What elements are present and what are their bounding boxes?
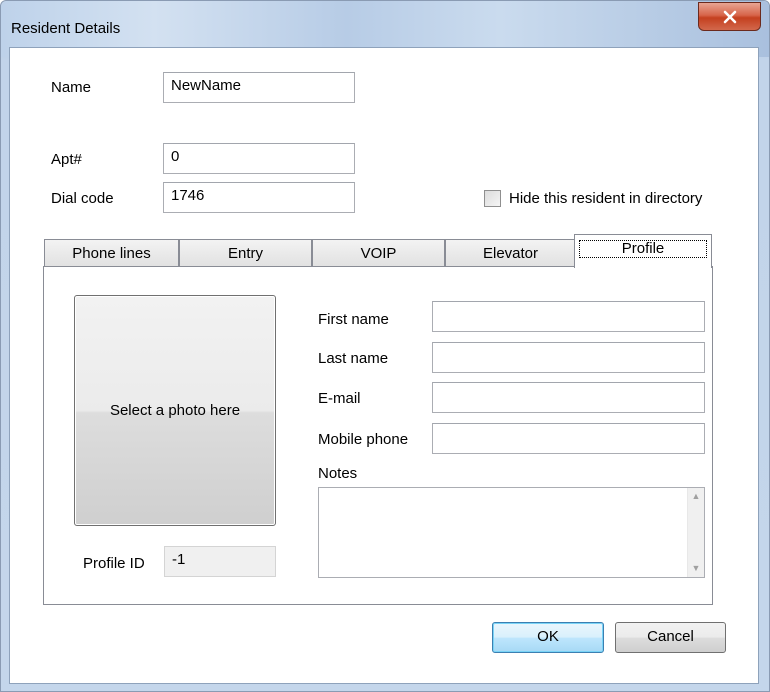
tab-phone-lines[interactable]: Phone lines	[44, 239, 179, 267]
notes-label: Notes	[318, 465, 358, 482]
name-label: Name	[51, 79, 92, 96]
email-label: E-mail	[318, 390, 361, 407]
last-name-label: Last name	[318, 350, 389, 367]
hide-resident-checkbox[interactable]	[484, 190, 501, 207]
hide-resident-label[interactable]: Hide this resident in directory	[509, 190, 702, 207]
scroll-up-arrow-icon[interactable]: ▲	[688, 488, 704, 505]
notes-scrollbar[interactable]: ▲ ▼	[687, 488, 704, 577]
first-name-label: First name	[318, 311, 389, 328]
tab-entry[interactable]: Entry	[179, 239, 312, 267]
dial-code-input[interactable]: 1746	[163, 182, 355, 213]
profile-id-label: Profile ID	[83, 555, 145, 572]
close-icon	[723, 10, 736, 23]
ok-button[interactable]: OK	[492, 622, 604, 653]
profile-id-field: -1	[164, 546, 276, 577]
apt-label: Apt#	[51, 151, 82, 168]
window-title: Resident Details	[11, 20, 121, 37]
cancel-button[interactable]: Cancel	[615, 622, 726, 653]
notes-textarea[interactable]: ▲ ▼	[318, 487, 705, 578]
name-input[interactable]: NewName	[163, 72, 355, 103]
mobile-phone-input[interactable]	[432, 423, 705, 454]
dialog-window: Resident Details Name NewName Apt# 0 Dia…	[0, 0, 770, 692]
photo-select-button[interactable]: Select a photo here	[74, 295, 276, 526]
dial-code-label: Dial code	[51, 190, 114, 207]
close-button[interactable]	[698, 2, 761, 31]
last-name-input[interactable]	[432, 342, 705, 373]
photo-select-label: Select a photo here	[109, 402, 241, 419]
apt-input[interactable]: 0	[163, 143, 355, 174]
first-name-input[interactable]	[432, 301, 705, 332]
mobile-phone-label: Mobile phone	[318, 431, 409, 448]
tab-profile-label: Profile	[621, 240, 665, 257]
tab-elevator[interactable]: Elevator	[445, 239, 576, 267]
scroll-down-arrow-icon[interactable]: ▼	[688, 560, 704, 577]
tab-voip[interactable]: VOIP	[312, 239, 445, 267]
tab-profile[interactable]: Profile	[574, 234, 712, 268]
email-input[interactable]	[432, 382, 705, 413]
